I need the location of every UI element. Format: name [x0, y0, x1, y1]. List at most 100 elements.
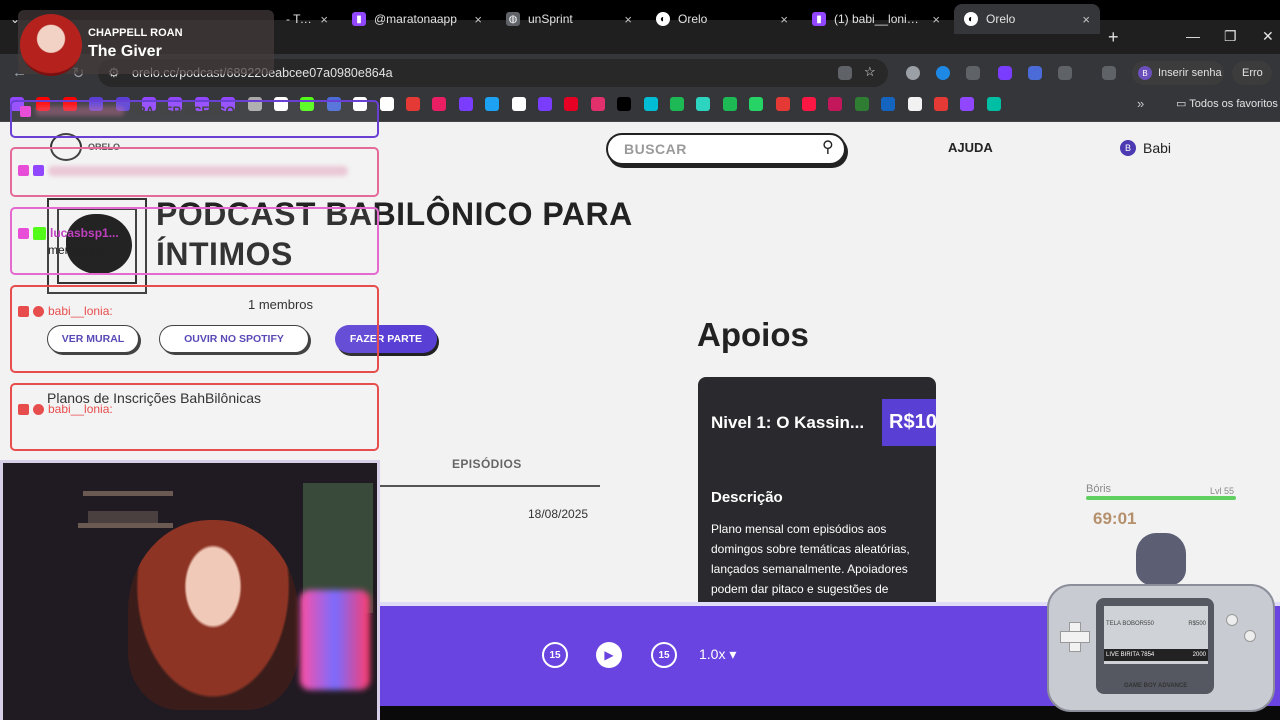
error-button[interactable]: Erro: [1232, 61, 1272, 85]
blurred-username: [35, 106, 125, 116]
tab-close-icon[interactable]: ×: [320, 12, 328, 27]
bookmark-icon[interactable]: [617, 97, 632, 111]
speed-select[interactable]: 1.0x ▾: [699, 646, 736, 663]
play-icon: ▶: [604, 648, 614, 662]
bookmark-icon[interactable]: [643, 97, 658, 111]
bookmark-icon[interactable]: [511, 97, 526, 111]
extension-icon[interactable]: [906, 66, 920, 80]
books: [88, 511, 158, 523]
cat-sprite: [1136, 533, 1186, 585]
bookmark-icon[interactable]: [828, 97, 843, 111]
album-art: [20, 14, 82, 76]
translate-icon[interactable]: [838, 66, 852, 80]
bookmark-icon[interactable]: [722, 97, 737, 111]
bookmark-icon[interactable]: [854, 97, 869, 111]
tier-title: Nivel 1: O Kassin...: [711, 413, 865, 432]
password-button[interactable]: B Inserir senha: [1132, 61, 1224, 85]
dpad-icon: [1060, 622, 1090, 652]
bookmark-icon[interactable]: [379, 97, 394, 111]
twitch-icon: [33, 165, 44, 176]
bookmark-icon[interactable]: [564, 97, 579, 111]
broadcaster-icon: [18, 403, 29, 415]
bookmark-icon[interactable]: [432, 97, 447, 111]
bookmark-icon[interactable]: [590, 97, 605, 111]
puzzle-icon[interactable]: [1058, 66, 1072, 80]
chat-username: babi__lonia:: [48, 304, 113, 318]
new-tab-button[interactable]: +: [1108, 27, 1119, 48]
media-icon[interactable]: [1102, 66, 1116, 80]
chat-message: [10, 207, 379, 275]
live-label: LIVE BIRITA 7854: [1106, 652, 1155, 658]
goal-amount: R$500: [1188, 621, 1206, 627]
b-button-icon: [1244, 630, 1256, 642]
chat-text: membrana: [48, 243, 106, 257]
bookmark-icon[interactable]: [749, 97, 764, 111]
song-title: The Giver: [88, 43, 162, 60]
pet-timer: 69:01: [1093, 509, 1137, 528]
extension-icon[interactable]: [966, 66, 980, 80]
more-bookmarks-icon[interactable]: »: [1137, 96, 1144, 111]
star-icon[interactable]: ☆: [864, 64, 878, 79]
tab-episodes[interactable]: EPISÓDIOS: [452, 457, 522, 471]
bookmark-icon[interactable]: [986, 97, 1001, 111]
window-close-button[interactable]: ✕: [1262, 28, 1274, 45]
live-amount: 2000: [1192, 652, 1206, 658]
chat-line: [18, 165, 348, 176]
play-button[interactable]: ▶: [596, 642, 622, 668]
forward-15-button[interactable]: 15: [651, 642, 677, 668]
tab-close-icon[interactable]: ×: [932, 12, 940, 27]
tab-close-icon[interactable]: ×: [474, 12, 482, 27]
user-name[interactable]: Babi: [1143, 140, 1171, 156]
search-icon[interactable]: ⚲: [822, 137, 834, 157]
tab-maratonaapp[interactable]: ▮ @maratonaapp ×: [342, 4, 492, 34]
tab-title: unSprint: [528, 12, 573, 26]
bookmark-icon[interactable]: [802, 97, 816, 111]
bookmark-icon[interactable]: [775, 97, 790, 111]
bookmark-icon[interactable]: [485, 97, 500, 111]
bookmark-icon[interactable]: [934, 97, 948, 111]
goal-label: TELA BOBOR550: [1106, 621, 1155, 627]
a-button-icon: [1226, 614, 1238, 626]
heart-icon: [18, 227, 29, 239]
console-brand: GAME BOY ADVANCE: [1124, 683, 1188, 689]
tab-orelo-1[interactable]: ◐ Orelo ×: [646, 4, 798, 34]
bookmark-icon[interactable]: [538, 97, 552, 111]
tab-close-icon[interactable]: ×: [1082, 12, 1090, 27]
tier-card[interactable]: Nivel 1: O Kassin... R$10 Descrição Plan…: [698, 377, 936, 606]
orelo-icon: ◐: [656, 12, 670, 26]
tab-twitch-1[interactable]: - Twitch ×: [276, 4, 338, 34]
bookmark-icon[interactable]: [406, 97, 420, 111]
tab-title: Orelo: [678, 12, 708, 26]
tab-title: @maratonaapp: [374, 12, 457, 26]
bookmark-icon[interactable]: [960, 97, 975, 111]
avatar[interactable]: B: [1120, 140, 1136, 156]
tier-price: R$10: [882, 399, 936, 446]
tab-close-icon[interactable]: ×: [624, 12, 632, 27]
folder-icon: ▭: [1176, 98, 1190, 110]
tab-orelo-active[interactable]: ◐ Orelo ×: [954, 4, 1100, 34]
minimize-button[interactable]: —: [1186, 28, 1200, 44]
chat-line: babi__lonia:: [18, 402, 113, 416]
maximize-button[interactable]: ❐: [1224, 28, 1237, 45]
streamer: [128, 520, 298, 710]
all-bookmarks-label: Todos os favoritos: [1189, 98, 1278, 110]
rgb-speaker: [300, 590, 370, 690]
extension-icon[interactable]: [998, 66, 1012, 80]
bookmark-icon[interactable]: [696, 97, 711, 111]
bookmark-icon[interactable]: [670, 97, 684, 111]
chat-line: babi__lonia:: [18, 304, 113, 318]
chat-username: lucasbsp1...: [50, 226, 119, 240]
all-bookmarks-folder[interactable]: ▭ Todos os favoritos: [1176, 97, 1278, 110]
tab-close-icon[interactable]: ×: [780, 12, 788, 27]
search-placeholder: BUSCAR: [624, 141, 687, 157]
bookmark-icon[interactable]: [458, 97, 473, 111]
extension-icon[interactable]: [936, 66, 950, 80]
rewind-15-button[interactable]: 15: [542, 642, 568, 668]
help-link[interactable]: AJUDA: [948, 140, 993, 155]
extension-icon[interactable]: [1028, 66, 1042, 80]
bookmark-icon[interactable]: [907, 97, 922, 111]
tab-title: Orelo: [986, 12, 1016, 26]
tab-unsprint[interactable]: ◍ unSprint ×: [496, 4, 642, 34]
tab-babi-twitch[interactable]: ▮ (1) babi__lonia - Twitch ×: [802, 4, 950, 34]
bookmark-icon[interactable]: [881, 97, 896, 111]
